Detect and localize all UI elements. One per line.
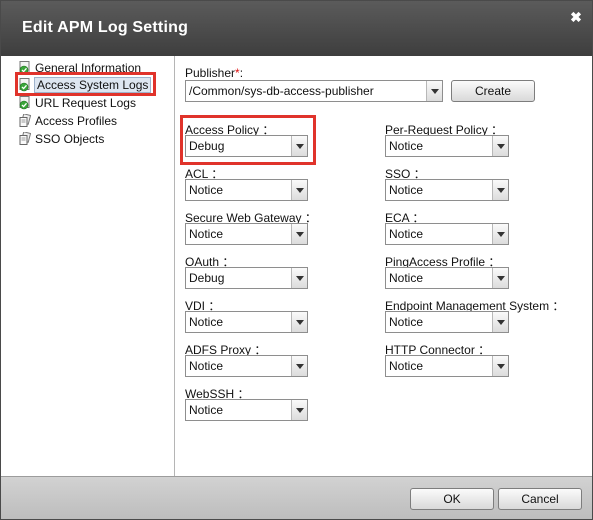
check-page-icon (19, 96, 31, 110)
access-policy-select[interactable]: Debug (185, 135, 308, 157)
sso-select[interactable]: Notice (385, 179, 509, 201)
chevron-down-icon (291, 180, 307, 200)
chevron-down-icon (291, 400, 307, 420)
webssh-value: Notice (189, 403, 224, 417)
http-connector-select[interactable]: Notice (385, 355, 509, 377)
sidebar-item-label: URL Request Logs (35, 96, 136, 110)
vdi-value: Notice (189, 315, 224, 329)
acl-value: Notice (189, 183, 224, 197)
sidebar-item-sso-objects[interactable]: SSO Objects (19, 131, 104, 147)
chevron-down-icon (492, 356, 508, 376)
vdi-select[interactable]: Notice (185, 311, 308, 333)
dialog-title: Edit APM Log Setting (22, 19, 189, 36)
sidebar-item-access-profiles[interactable]: Access Profiles (19, 113, 117, 129)
pages-icon (19, 114, 31, 128)
chevron-down-icon (492, 312, 508, 332)
publisher-select[interactable]: /Common/sys-db-access-publisher (185, 80, 443, 102)
chevron-down-icon (492, 180, 508, 200)
chevron-down-icon (291, 224, 307, 244)
sidebar: General Information Access System Logs U… (1, 56, 175, 476)
pingaccess-profile-value: Notice (389, 271, 424, 285)
chevron-down-icon (291, 136, 307, 156)
chevron-down-icon (291, 312, 307, 332)
chevron-down-icon (291, 356, 307, 376)
eca-value: Notice (389, 227, 424, 241)
publisher-label: Publisher*: (185, 66, 243, 80)
close-icon[interactable]: ✖ (568, 9, 584, 25)
sidebar-item-label: SSO Objects (35, 132, 105, 146)
chevron-down-icon (426, 81, 442, 101)
cancel-button[interactable]: Cancel (498, 488, 582, 510)
sidebar-item-label: Access System Logs (33, 77, 152, 93)
chevron-down-icon (492, 268, 508, 288)
webssh-select[interactable]: Notice (185, 399, 308, 421)
dialog-footer: OK Cancel (1, 476, 592, 519)
http-connector-value: Notice (389, 359, 424, 373)
sso-value: Notice (389, 183, 424, 197)
edit-apm-log-setting-dialog: Edit APM Log Setting ✖ General Informati… (0, 0, 593, 520)
publisher-value: /Common/sys-db-access-publisher (189, 84, 374, 98)
pages-icon (19, 132, 31, 146)
per-request-policy-value: Notice (389, 139, 424, 153)
chevron-down-icon (492, 224, 508, 244)
publisher-label-text: Publisher (185, 66, 236, 80)
oauth-value: Debug (189, 271, 225, 285)
settings-form: Publisher*: /Common/sys-db-access-publis… (176, 56, 592, 476)
check-page-icon (19, 61, 31, 75)
oauth-select[interactable]: Debug (185, 267, 308, 289)
access-policy-value: Debug (189, 139, 225, 153)
sidebar-item-url-request-logs[interactable]: URL Request Logs (19, 95, 136, 111)
endpoint-management-system-select[interactable]: Notice (385, 311, 509, 333)
chevron-down-icon (291, 268, 307, 288)
per-request-policy-select[interactable]: Notice (385, 135, 509, 157)
adfs-proxy-value: Notice (189, 359, 224, 373)
adfs-proxy-select[interactable]: Notice (185, 355, 308, 377)
chevron-down-icon (492, 136, 508, 156)
eca-select[interactable]: Notice (385, 223, 509, 245)
publisher-label-colon: : (239, 66, 244, 80)
sidebar-item-label: Access Profiles (35, 114, 118, 128)
sidebar-item-label: General Information (35, 61, 142, 75)
acl-select[interactable]: Notice (185, 179, 308, 201)
endpoint-management-system-value: Notice (389, 315, 424, 329)
secure-web-gateway-select[interactable]: Notice (185, 223, 308, 245)
sidebar-item-access-system-logs[interactable]: Access System Logs (19, 77, 152, 93)
ok-button[interactable]: OK (410, 488, 494, 510)
dialog-titlebar: Edit APM Log Setting ✖ (1, 1, 592, 56)
pingaccess-profile-select[interactable]: Notice (385, 267, 509, 289)
sidebar-item-general-information[interactable]: General Information (19, 60, 141, 76)
create-button[interactable]: Create (451, 80, 535, 102)
secure-web-gateway-value: Notice (189, 227, 224, 241)
check-page-icon (19, 78, 31, 92)
